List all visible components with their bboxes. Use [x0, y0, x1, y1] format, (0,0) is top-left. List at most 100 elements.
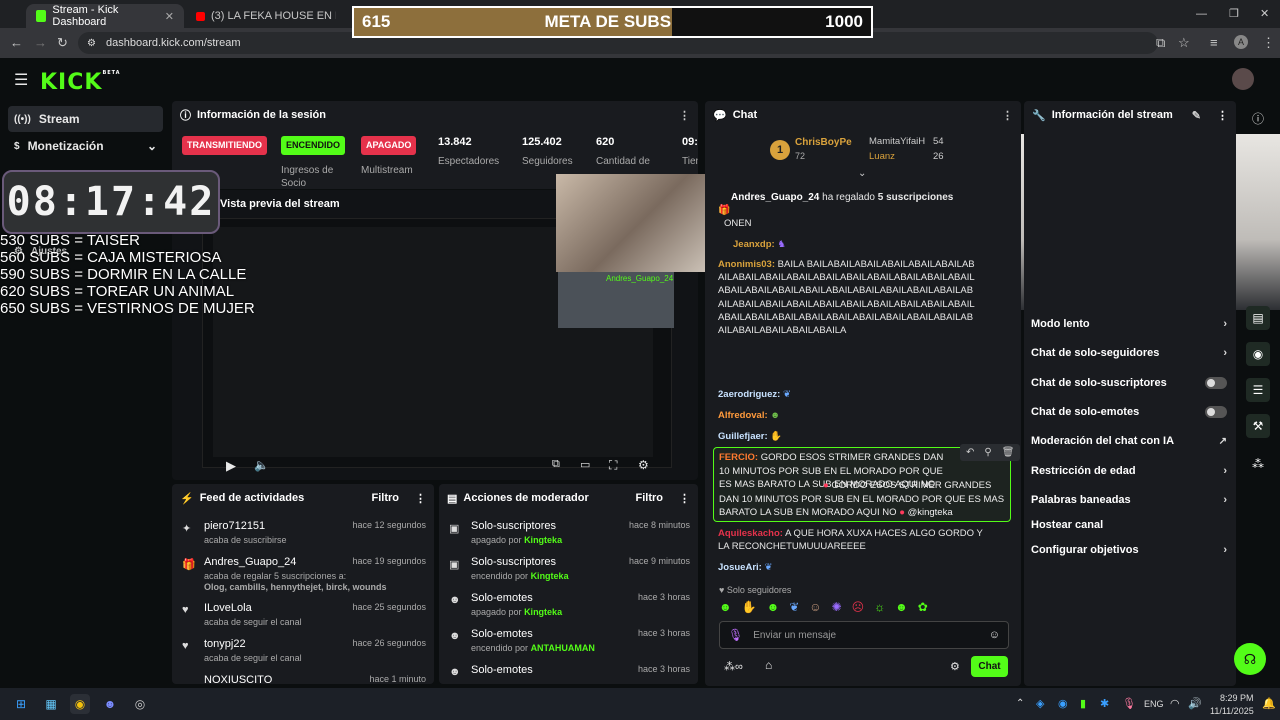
feed-user[interactable]: piero712151: [204, 520, 265, 532]
feed-user[interactable]: Andres_Guapo_24: [204, 556, 296, 568]
mod-user[interactable]: Kingteka: [531, 571, 569, 581]
emote-icon[interactable]: ✺: [832, 600, 842, 616]
top-gifter-name[interactable]: MamitaYifaiH: [869, 136, 925, 147]
profile-avatar-icon[interactable]: A: [1234, 35, 1248, 49]
site-info-icon[interactable]: ⚙: [87, 38, 96, 49]
chat-user[interactable]: Guillefjaer:: [718, 431, 768, 442]
emote-icon[interactable]: ☺: [809, 600, 821, 616]
more-options-icon[interactable]: ⋮: [1002, 109, 1013, 122]
support-headset-icon[interactable]: ☊: [1234, 643, 1266, 675]
chat-user[interactable]: FERCIO:: [719, 452, 758, 463]
hamburger-menu-icon[interactable]: ☰: [14, 70, 28, 90]
feed-user[interactable]: tonypj22: [204, 638, 246, 650]
pin-icon[interactable]: ⚲: [984, 447, 991, 458]
start-icon[interactable]: ⊞: [11, 694, 31, 714]
filter-button[interactable]: Filtro: [636, 492, 664, 504]
chat-user[interactable]: 2aerodriguez:: [718, 389, 780, 400]
tab-kick-dashboard[interactable]: Stream - Kick Dashboard ✕: [26, 4, 184, 28]
kick-logo[interactable]: KICKBETA: [40, 70, 121, 95]
chat-input[interactable]: 🎙 Enviar un mensaje ☺: [719, 621, 1009, 649]
tab-youtube[interactable]: (3) LA FEKA HOUSE EN EL PRIM: [186, 4, 346, 28]
setting-followers-only[interactable]: Chat de solo-seguidores ›: [1031, 347, 1227, 359]
setting-host-channel[interactable]: Hostear canal: [1031, 519, 1227, 531]
wrench-shortcut-icon[interactable]: ⚒: [1246, 414, 1270, 438]
discord-icon[interactable]: ☻: [100, 694, 120, 714]
close-window-icon[interactable]: ✕: [1260, 7, 1269, 20]
top-gifter-name[interactable]: ChrisBoyPe: [795, 137, 852, 148]
setting-slow-mode[interactable]: Modo lento ›: [1031, 318, 1227, 330]
mod-user[interactable]: Kingteka: [524, 607, 562, 617]
emote-icon[interactable]: ✿: [918, 600, 928, 616]
chrome-icon[interactable]: ◉: [70, 694, 90, 714]
more-options-icon[interactable]: ⋮: [1217, 109, 1228, 122]
broadcast-shortcut-icon[interactable]: ◉: [1246, 342, 1270, 366]
more-options-icon[interactable]: ⋮: [415, 492, 426, 505]
mod-user[interactable]: ANTAHUAMAN: [531, 643, 595, 653]
file-explorer-icon[interactable]: ▦: [41, 694, 61, 714]
restore-icon[interactable]: ❐: [1229, 7, 1239, 20]
chat-shortcut-icon[interactable]: ▤: [1246, 306, 1270, 330]
bluetooth-icon[interactable]: ✱: [1100, 697, 1109, 710]
microphone-tray-icon[interactable]: 🎙: [1122, 697, 1136, 710]
tray-app-icon[interactable]: ◈: [1036, 697, 1044, 710]
feed-user[interactable]: NOXIUSCITO: [204, 674, 272, 684]
reply-icon[interactable]: ↶: [966, 447, 974, 458]
emote-icon[interactable]: ☹: [852, 600, 865, 616]
sidebar-item-monetization[interactable]: $ Monetización ⌄: [8, 133, 163, 159]
chat-user[interactable]: Anonimis03:: [718, 259, 775, 270]
chat-user[interactable]: Jeanxdp:: [733, 239, 775, 250]
tray-app-icon[interactable]: ▮: [1080, 697, 1086, 710]
clock-time[interactable]: 8:29 PM: [1220, 693, 1254, 703]
setting-goals[interactable]: Configurar objetivos ›: [1031, 544, 1227, 556]
setting-banned-words[interactable]: Palabras baneadas ›: [1031, 494, 1227, 506]
emote-icon[interactable]: ☻: [719, 600, 732, 616]
highlighted-message[interactable]: ↶ ⚲ 🗑 FERCIO: GORDO ESOS STRIMER GRANDES D…: [713, 444, 1021, 522]
kick-points-icon[interactable]: ⁂∞: [724, 660, 743, 673]
emote-icon[interactable]: ❦: [789, 600, 799, 616]
setting-emotes-only[interactable]: Chat de solo-emotes: [1031, 406, 1227, 418]
apps-shortcut-icon[interactable]: ⁂: [1246, 452, 1270, 476]
chat-settings-icon[interactable]: ⚙: [950, 660, 960, 673]
emoji-picker-icon[interactable]: ☺: [989, 629, 1000, 641]
emote-icon[interactable]: ☼: [874, 600, 885, 616]
info-icon[interactable]: ⓘ: [1252, 110, 1264, 127]
more-options-icon[interactable]: ⋮: [679, 109, 690, 122]
language-indicator[interactable]: ENG: [1144, 699, 1164, 709]
minimize-icon[interactable]: —: [1196, 8, 1207, 20]
subscribers-only-toggle[interactable]: [1205, 377, 1227, 389]
emotes-only-toggle[interactable]: [1205, 406, 1227, 418]
tray-app-icon[interactable]: ◉: [1058, 697, 1068, 710]
feed-user[interactable]: ILoveLola: [204, 602, 252, 614]
delete-icon[interactable]: 🗑: [1002, 447, 1015, 458]
edit-icon[interactable]: ✎: [1192, 109, 1201, 122]
close-tab-icon[interactable]: ✕: [165, 10, 174, 23]
emote-icon[interactable]: ☻: [767, 600, 780, 616]
theater-icon[interactable]: ▭: [580, 458, 590, 471]
back-icon[interactable]: ←: [10, 35, 23, 50]
tray-chevron-icon[interactable]: ⌃: [1016, 698, 1024, 709]
clock-date[interactable]: 11/11/2025: [1210, 706, 1254, 716]
pip-icon[interactable]: ⧉: [552, 458, 560, 471]
setting-ai-moderation[interactable]: Moderación del chat con IA ↗: [1031, 435, 1227, 447]
translate-icon[interactable]: ⧉: [1156, 35, 1165, 51]
chat-user[interactable]: Andres_Guapo_24: [731, 192, 819, 203]
reload-icon[interactable]: ↻: [57, 35, 68, 51]
browser-menu-icon[interactable]: ⋮: [1262, 35, 1275, 51]
sidebar-item-stream[interactable]: ((•)) Stream: [8, 106, 163, 132]
user-avatar[interactable]: [1232, 68, 1254, 90]
mod-user[interactable]: Kingteka: [524, 535, 562, 545]
collapse-icon[interactable]: ⌄: [858, 168, 866, 179]
chat-user[interactable]: JosueAri:: [718, 562, 762, 573]
emote-icon[interactable]: ✋: [742, 600, 757, 616]
more-options-icon[interactable]: ⋮: [679, 492, 690, 505]
filter-button[interactable]: Filtro: [372, 492, 400, 504]
volume-icon[interactable]: 🔈: [254, 458, 269, 472]
emote-icon[interactable]: ☻: [895, 600, 908, 616]
video-settings-icon[interactable]: ⚙: [638, 458, 649, 472]
mention[interactable]: @kingteka: [908, 507, 953, 518]
tab-search-icon[interactable]: ≡: [1210, 35, 1218, 50]
layout-shortcut-icon[interactable]: ☰: [1246, 378, 1270, 402]
setting-subscribers-only[interactable]: Chat de solo-suscriptores: [1031, 377, 1227, 389]
notifications-icon[interactable]: 🔔: [1262, 697, 1276, 710]
setting-age-restriction[interactable]: Restricción de edad ›: [1031, 465, 1227, 477]
